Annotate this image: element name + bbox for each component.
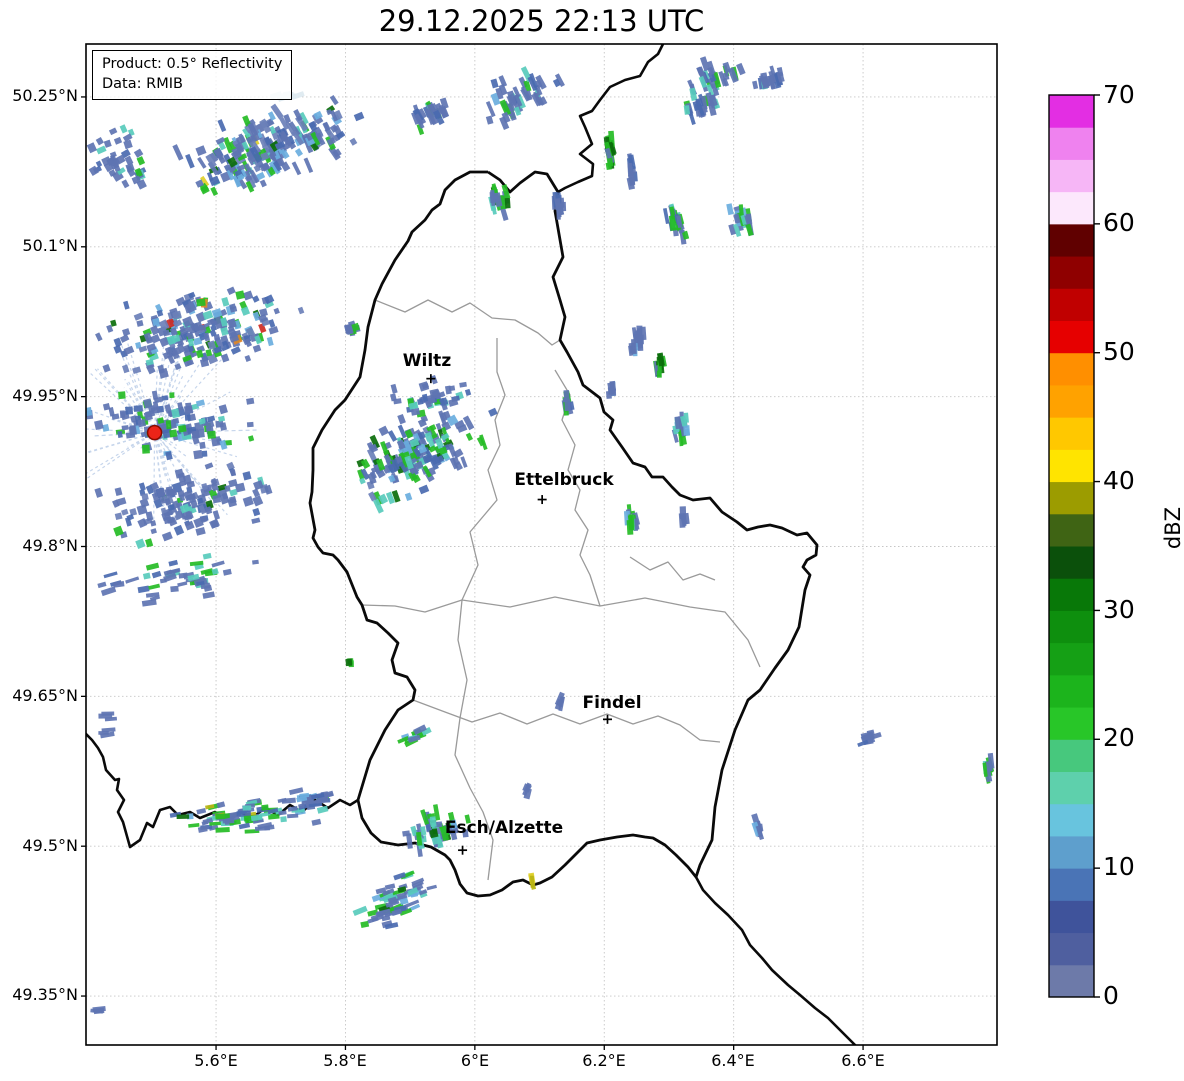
lat-tick-label: 49.35°N [12,985,78,1004]
radar-figure: 29.12.2025 22:13 UTC Product: 0.5° Refle… [0,0,1184,1081]
border-france-germany [694,876,857,1045]
border-luxembourg [308,170,819,898]
page-title: 29.12.2025 22:13 UTC [378,4,705,38]
canton-border [361,596,761,668]
colorbar-tick-label: 50 [1103,337,1135,366]
lon-tick-label: 5.6°E [194,1051,238,1070]
lat-tick-label: 49.8°N [22,536,78,555]
reflectivity-echoes [86,56,995,1015]
border-belgium-germany [557,44,665,194]
canton-border [374,299,561,346]
map-plot-area [86,44,997,1045]
product-info-box: Product: 0.5° Reflectivity Data: RMIB [92,50,293,100]
lat-tick-label: 49.95°N [12,386,78,405]
city-label-ettelbruck: Ettelbruck [514,470,614,490]
canton-border [454,599,494,881]
lon-tick-label: 6.2°E [582,1051,626,1070]
data-source-line: Data: RMIB [102,76,183,92]
product-line: Product: 0.5° Reflectivity [102,56,283,72]
lat-tick-label: 49.65°N [12,686,78,705]
lon-tick-label: 6°E [460,1051,490,1070]
colorbar [1048,94,1100,998]
canton-border [629,556,716,581]
colorbar-tick-label: 0 [1103,981,1119,1010]
lon-tick-label: 6.6°E [841,1051,885,1070]
colorbar-tick-label: 60 [1103,208,1135,237]
colorbar-tick-label: 70 [1103,80,1135,109]
canton-border [461,338,506,601]
colorbar-tick-label: 30 [1103,595,1135,624]
plot-frame [85,43,998,1046]
city-marker [537,495,547,505]
colorbar-tick-label: 10 [1103,852,1135,881]
lat-tick-label: 49.5°N [22,836,78,855]
lat-tick-label: 50.25°N [12,86,78,105]
colorbar-tick-label: 40 [1103,466,1135,495]
city-marker [458,845,468,855]
city-label-esch: Esch/Alzette [444,818,564,838]
radar-site-marker [146,424,163,441]
lon-tick-label: 6.4°E [711,1051,755,1070]
lat-tick-label: 50.1°N [22,236,78,255]
city-label-findel: Findel [582,693,642,713]
lon-tick-label: 5.8°E [323,1051,367,1070]
colorbar-tick-label: 20 [1103,723,1135,752]
colorbar-axis-label: dBZ [1161,506,1184,550]
city-label-wiltz: Wiltz [402,351,452,371]
radar-map-canvas [81,43,1100,1050]
